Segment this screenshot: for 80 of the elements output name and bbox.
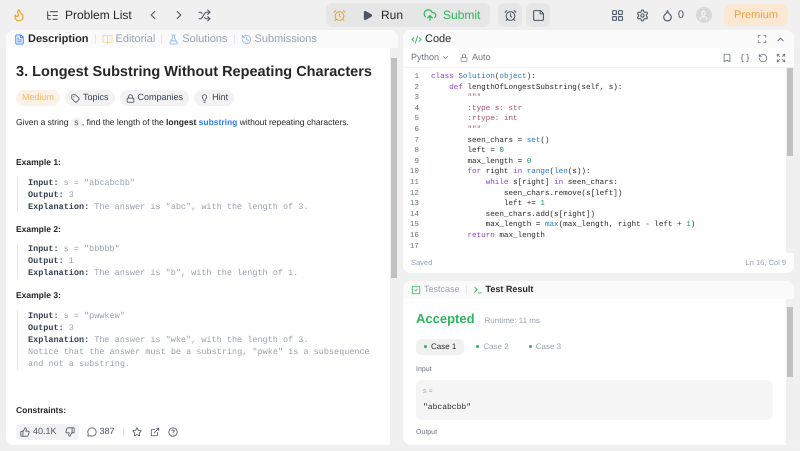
runtime: Runtime: 11 ms	[484, 315, 540, 327]
constraints-heading: Constraints:	[16, 404, 68, 417]
checkbox-icon	[411, 285, 421, 295]
example-value: s = "abcabcbb"	[64, 176, 136, 188]
lock-icon	[126, 94, 135, 102]
variable-value: "abcabcbb"	[423, 402, 472, 414]
run-button[interactable]: Run	[352, 3, 414, 27]
note-icon	[532, 8, 545, 22]
panel-title: Code	[425, 32, 452, 47]
flask-icon	[168, 34, 180, 44]
problem-title: 3. Longest Substring Without Repeating Characters	[16, 63, 373, 82]
example-label: Input:	[28, 176, 59, 188]
play-icon	[362, 10, 373, 20]
example-label: Output:	[28, 322, 64, 334]
panel-tab[interactable]: Description	[14, 30, 89, 48]
case-tab[interactable]: Case 2	[468, 338, 517, 354]
verdict: Accepted	[416, 310, 475, 328]
example-label: Explanation:	[28, 334, 90, 346]
bulb-icon	[200, 94, 210, 102]
example-value: s = "pwwkew"	[64, 310, 125, 322]
example-value: 3	[68, 322, 74, 334]
doc-icon	[14, 34, 25, 44]
example-value: 3	[68, 188, 74, 200]
reset-icon[interactable]	[758, 52, 768, 62]
example-value: The answer is "wke", with the length of 3.	[94, 334, 308, 346]
example-heading: Example 2:	[16, 222, 62, 236]
tag-button[interactable]: Companies	[120, 90, 190, 106]
example-heading: Example 1:	[16, 156, 62, 168]
problem-statement: Given a string s , find the length of the longest substring without repeating characters.	[16, 116, 350, 130]
example-value: 1	[68, 255, 74, 268]
cloud-upload-icon	[423, 8, 438, 22]
example-note: Notice that the answer must be a substring, "pwke" is a subsequence and not a substring.	[28, 346, 371, 370]
fullscreen-icon[interactable]	[776, 52, 786, 62]
example-label: Explanation:	[28, 267, 90, 280]
streak-icon[interactable]	[660, 8, 674, 22]
problem-list-link[interactable]: Problem List	[65, 6, 132, 24]
format-icon[interactable]	[740, 52, 750, 62]
example-label: Output:	[28, 255, 64, 268]
language-dropdown[interactable]: Python	[411, 50, 450, 64]
example-label: Input:	[28, 243, 59, 256]
chevron-down-icon	[441, 53, 450, 62]
settings-icon[interactable]	[636, 8, 649, 22]
terminal-icon	[472, 285, 483, 295]
example-value: s = "bbbbb"	[64, 243, 120, 256]
case-tab[interactable]: Case 3	[520, 338, 570, 354]
like-button[interactable]: 40.1K	[16, 425, 61, 439]
book-icon	[102, 34, 113, 44]
example-heading: Example 3:	[16, 289, 62, 302]
notes-button[interactable]	[526, 3, 550, 27]
tag-icon	[71, 94, 80, 102]
share-icon[interactable]	[150, 427, 160, 437]
tag-button[interactable]: Hint	[194, 90, 234, 106]
panel-tab[interactable]: Test Result	[472, 283, 534, 297]
autocomplete-mode[interactable]: Auto	[472, 50, 491, 64]
example-label: Explanation:	[28, 200, 90, 212]
streak-count: 0	[678, 8, 684, 23]
case-tab[interactable]: Case 1	[416, 338, 464, 354]
alarm-clock-icon	[504, 8, 517, 22]
example-label: Output:	[28, 188, 64, 200]
user-icon	[698, 10, 710, 20]
example-value: The answer is "b", with the length of 1.	[94, 267, 298, 280]
history-icon	[240, 34, 252, 44]
star-icon[interactable]	[132, 427, 142, 437]
help-icon[interactable]	[168, 427, 178, 437]
example-value: The answer is "abc", with the length of 3.	[94, 200, 308, 212]
shuffle-icon[interactable]	[198, 8, 211, 22]
layout-icon[interactable]	[610, 8, 624, 22]
dislike-icon[interactable]	[64, 427, 75, 437]
code-icon	[411, 34, 422, 44]
example-label: Input:	[28, 310, 59, 322]
maximize-icon[interactable]	[757, 34, 767, 44]
timer-button[interactable]	[498, 3, 522, 27]
bookmark-icon[interactable]	[722, 52, 732, 62]
tag-button[interactable]: Topics	[65, 90, 115, 106]
lock-icon	[460, 54, 468, 62]
list-icon	[46, 8, 59, 22]
comment-icon	[86, 427, 97, 437]
scrollbar[interactable]	[390, 48, 398, 445]
comments-button[interactable]: 387	[86, 425, 115, 439]
thumbs-up-icon	[20, 427, 30, 437]
